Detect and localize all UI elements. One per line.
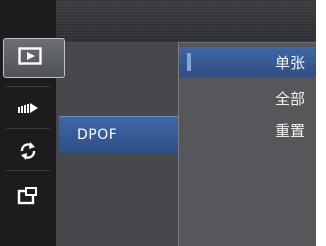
setup-icon <box>17 185 39 209</box>
tab-rotate[interactable] <box>0 132 56 174</box>
menu-item-dpof[interactable]: DPOF <box>59 116 179 154</box>
right-margin <box>316 0 326 246</box>
menu-tab-sidebar <box>0 0 56 246</box>
option-all[interactable]: 全部 <box>179 83 317 113</box>
playback-icon <box>18 47 42 69</box>
option-single[interactable]: 单张 <box>179 47 317 77</box>
camera-menu-screen: DPOF 单张 全部 重置 <box>0 0 326 246</box>
rotate-icon <box>18 141 38 165</box>
option-label: 全部 <box>274 90 305 108</box>
tab-playback[interactable] <box>3 38 65 78</box>
dpof-submenu: 单张 全部 重置 <box>178 42 317 246</box>
menu-item-label: DPOF <box>77 127 118 143</box>
burst-icon <box>16 101 40 121</box>
option-label: 单张 <box>274 54 305 72</box>
option-reset[interactable]: 重置 <box>179 115 317 145</box>
tab-burst[interactable] <box>0 90 56 132</box>
sidebar-divider <box>6 86 50 87</box>
tab-setup[interactable] <box>0 176 56 218</box>
option-label: 重置 <box>274 122 305 140</box>
